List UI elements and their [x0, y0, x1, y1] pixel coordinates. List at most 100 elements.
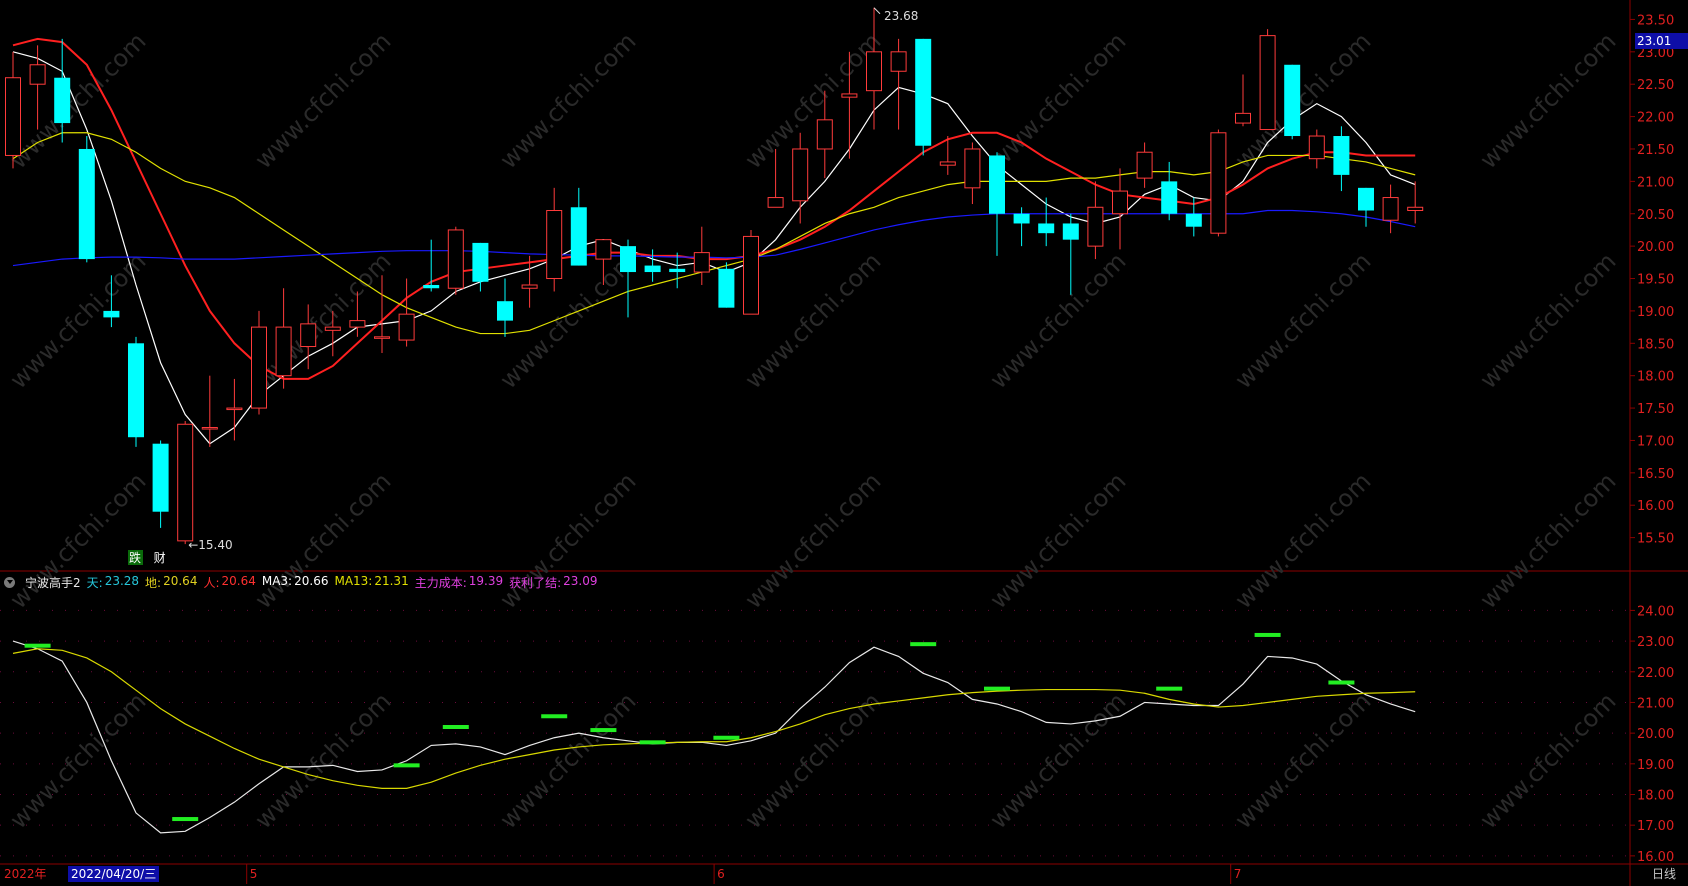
candle — [1358, 187, 1374, 227]
year-label: 2022年 — [4, 867, 47, 881]
candle — [5, 51, 21, 169]
candle-body — [841, 93, 858, 98]
indicator-tick-label: 16.00 — [1637, 850, 1674, 865]
legend-label: 地: — [145, 575, 162, 590]
candle — [1038, 197, 1055, 247]
candle — [1333, 126, 1350, 192]
candle-body — [1136, 151, 1153, 179]
watermark-text: www.cfchi.com — [984, 247, 1131, 394]
signal-bar — [1254, 632, 1281, 637]
candle — [1407, 181, 1424, 224]
candle — [201, 375, 218, 447]
candle-body — [423, 285, 440, 289]
legend-item: MA3: 20.66 — [262, 574, 329, 591]
candle — [177, 421, 194, 545]
price-tick-label: 20.00 — [1637, 240, 1674, 255]
price-tick-label: 23.50 — [1637, 13, 1674, 28]
watermark-text: www.cfchi.com — [249, 27, 396, 174]
watermark: www.cfchi.com www.cfchi.com www.cfchi.com w… — [4, 27, 1621, 834]
watermark-text: www.cfchi.com — [984, 27, 1131, 174]
candle-body — [324, 326, 341, 331]
candle-body — [29, 64, 46, 85]
candle-body — [275, 326, 292, 377]
legend-value: 20.64 — [163, 573, 198, 588]
watermark-text: www.cfchi.com — [1229, 687, 1376, 834]
candle — [423, 239, 440, 292]
moving-average-line — [12, 51, 1416, 445]
watermark-text: www.cfchi.com — [494, 27, 641, 174]
price-tick-label: 22.00 — [1637, 111, 1674, 126]
candle — [1136, 142, 1153, 188]
watermark-text: www.cfchi.com — [494, 247, 641, 394]
watermark-text: www.cfchi.com — [1229, 27, 1376, 174]
candle-body — [1382, 197, 1399, 221]
signal-bar — [639, 740, 666, 745]
legend-label: MA13: — [334, 573, 373, 588]
candle-body — [1038, 223, 1055, 234]
candle-body — [128, 343, 144, 438]
candle — [1087, 181, 1104, 260]
watermark-text: www.cfchi.com — [249, 687, 396, 834]
candle-body — [1259, 35, 1276, 131]
legend-value: 20.64 — [221, 573, 256, 588]
price-tick-label: 19.50 — [1637, 273, 1674, 288]
price-tick-label: 16.00 — [1637, 499, 1674, 514]
candle-body — [595, 239, 612, 260]
candle-body — [447, 229, 464, 289]
legend-label: 天: — [86, 575, 103, 590]
signal-bar — [393, 763, 420, 768]
candle-body — [1284, 64, 1301, 137]
legend-label: 主力成本: — [414, 575, 467, 590]
indicator-menu-icon[interactable] — [4, 576, 15, 588]
last-price-tag: 23.01 — [1635, 33, 1688, 49]
indicator-tick-label: 18.00 — [1637, 789, 1674, 804]
legend-item: 主力成本: 19.39 — [415, 574, 503, 591]
candle-body — [1235, 112, 1251, 124]
period-label[interactable]: 日线 — [1652, 866, 1676, 882]
candle-body — [718, 268, 735, 308]
price-tick-label: 19.00 — [1637, 305, 1674, 320]
signal-bar — [442, 725, 469, 729]
signal-bar — [172, 817, 199, 822]
price-tick-label: 16.50 — [1637, 467, 1674, 482]
signal-badge: 跌 — [129, 550, 141, 565]
candle-body — [5, 77, 21, 156]
indicator-panel — [12, 632, 1416, 834]
candle — [718, 262, 735, 308]
candle — [374, 275, 390, 354]
watermark-text: www.cfchi.com — [1474, 27, 1621, 174]
candle — [1161, 161, 1178, 221]
candle-body — [54, 77, 71, 124]
candle-body — [1210, 132, 1227, 234]
watermark-text: www.cfchi.com — [739, 27, 886, 174]
cursor-date-badge: 2022/04/20/三 — [68, 866, 160, 882]
signal-bar — [713, 735, 740, 740]
candle — [1235, 74, 1251, 127]
chart-canvas[interactable]: www.cfchi.com www.cfchi.com www.cfchi.com w… — [0, 0, 1688, 886]
candle — [743, 229, 759, 315]
candle-body — [693, 252, 710, 273]
moving-average-line — [12, 209, 1416, 267]
watermark-text: www.cfchi.com — [494, 467, 641, 614]
candle-body — [989, 155, 1005, 214]
price-tick-label: 21.00 — [1637, 175, 1674, 190]
watermark-text: www.cfchi.com — [984, 467, 1131, 614]
watermark-text: www.cfchi.com — [1474, 247, 1621, 394]
signal-bar — [24, 643, 51, 648]
candle — [275, 288, 292, 389]
candle-body — [1333, 136, 1350, 175]
candle-body — [644, 265, 661, 273]
candle-body — [1161, 181, 1178, 214]
indicator-tick-label: 20.00 — [1637, 727, 1674, 742]
candle-body — [152, 443, 169, 512]
signal-bar — [590, 728, 617, 733]
candle — [915, 38, 932, 156]
candle — [693, 226, 710, 285]
watermark-text: www.cfchi.com — [739, 467, 886, 614]
candle-body — [1308, 135, 1325, 160]
candle-body — [1358, 187, 1374, 211]
indicator-tick-label: 23.00 — [1637, 635, 1674, 650]
signal-bar — [541, 714, 568, 719]
candle — [866, 7, 882, 130]
candle-body — [939, 161, 956, 166]
